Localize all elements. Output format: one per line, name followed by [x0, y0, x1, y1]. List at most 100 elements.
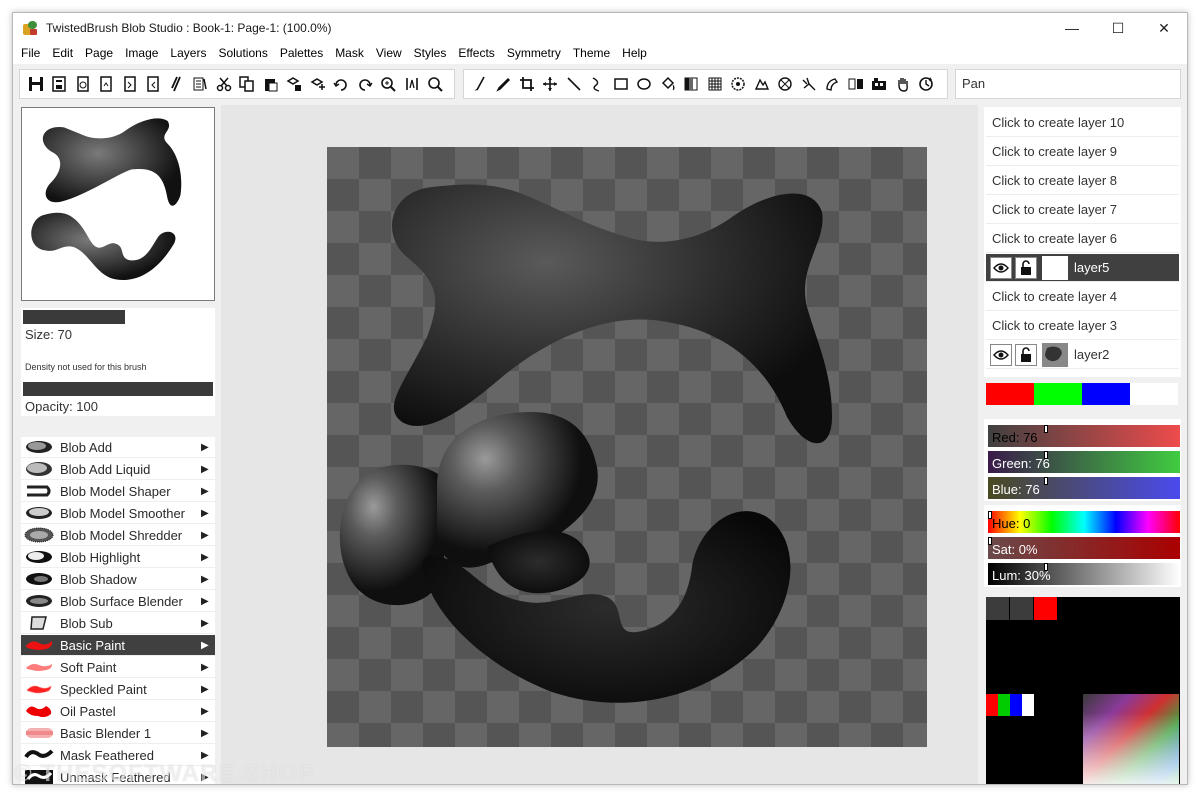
- copy-icon[interactable]: [236, 73, 260, 95]
- undo-icon[interactable]: [330, 73, 354, 95]
- red-slider[interactable]: Red: 76: [988, 425, 1180, 447]
- close-button[interactable]: ✕: [1141, 13, 1187, 43]
- brush-item-soft-paint[interactable]: Soft Paint ▶: [21, 657, 215, 678]
- move-icon[interactable]: [539, 73, 563, 95]
- brush-item-oil-pastel[interactable]: Oil Pastel ▶: [21, 701, 215, 722]
- blue-slider-handle[interactable]: [1044, 477, 1048, 485]
- cut-icon[interactable]: [212, 73, 236, 95]
- blue-slider[interactable]: Blue: 76: [988, 477, 1180, 499]
- swatch-green[interactable]: [998, 694, 1010, 716]
- menu-page[interactable]: Page: [79, 43, 119, 64]
- swatch-red[interactable]: [986, 694, 998, 716]
- menu-layers[interactable]: Layers: [164, 43, 212, 64]
- swatch-white[interactable]: [1022, 694, 1034, 716]
- lock-icon[interactable]: [1015, 343, 1037, 366]
- menu-palettes[interactable]: Palettes: [274, 43, 329, 64]
- hue-slider-handle[interactable]: [988, 511, 992, 519]
- canvas-area[interactable]: [221, 105, 978, 784]
- zoom-out-icon[interactable]: [424, 73, 448, 95]
- maximize-button[interactable]: ☐: [1095, 13, 1141, 43]
- zoom-in-icon[interactable]: [377, 73, 401, 95]
- layer-row-3[interactable]: Click to create layer 3: [986, 312, 1179, 340]
- brush-item-blob-model-shredder[interactable]: Blob Model Shredder ▶: [21, 525, 215, 546]
- paste-special-icon[interactable]: [306, 73, 330, 95]
- actual-size-icon[interactable]: [400, 73, 424, 95]
- menu-symmetry[interactable]: Symmetry: [501, 43, 567, 64]
- save-icon[interactable]: [24, 73, 48, 95]
- size-slider[interactable]: [23, 310, 125, 324]
- lum-slider[interactable]: Lum: 30%: [988, 563, 1180, 585]
- red-slider-handle[interactable]: [1044, 425, 1048, 433]
- pattern-tool-icon[interactable]: [703, 73, 727, 95]
- layer-row-7[interactable]: Click to create layer 7: [986, 196, 1179, 224]
- redo-icon[interactable]: [353, 73, 377, 95]
- page-forward-icon[interactable]: [118, 73, 142, 95]
- palette-swatch-red[interactable]: [986, 383, 1034, 405]
- hue-slider[interactable]: Hue: 0: [988, 511, 1180, 533]
- menu-view[interactable]: View: [370, 43, 408, 64]
- rotate-canvas-icon[interactable]: [915, 73, 939, 95]
- brush-item-blob-highlight[interactable]: Blob Highlight ▶: [21, 547, 215, 568]
- brush-item-blob-model-shaper[interactable]: Blob Model Shaper ▶: [21, 481, 215, 502]
- sat-slider[interactable]: Sat: 0%: [988, 537, 1180, 559]
- magic-wand-icon[interactable]: [774, 73, 798, 95]
- swatch-recent-2[interactable]: [1010, 597, 1033, 620]
- stamp-tool-icon[interactable]: [844, 73, 868, 95]
- page-back-icon[interactable]: [142, 73, 166, 95]
- clone-tool-icon[interactable]: [821, 73, 845, 95]
- paste-icon[interactable]: [259, 73, 283, 95]
- rectangle-tool-icon[interactable]: [609, 73, 633, 95]
- crop-icon[interactable]: [515, 73, 539, 95]
- brush-item-blob-add-liquid[interactable]: Blob Add Liquid ▶: [21, 459, 215, 480]
- brush-item-basic-paint[interactable]: Basic Paint ▶: [21, 635, 215, 656]
- menu-solutions[interactable]: Solutions: [212, 43, 273, 64]
- minimize-button[interactable]: —: [1049, 13, 1095, 43]
- drawing-canvas[interactable]: [327, 147, 927, 747]
- green-slider[interactable]: Green: 76: [988, 451, 1180, 473]
- eye-icon[interactable]: [990, 256, 1012, 279]
- layer-row-8[interactable]: Click to create layer 8: [986, 167, 1179, 195]
- ellipse-tool-icon[interactable]: [633, 73, 657, 95]
- notes-icon[interactable]: [189, 73, 213, 95]
- swatch-recent-1[interactable]: [986, 597, 1009, 620]
- brush-item-blob-surface-blender[interactable]: Blob Surface Blender ▶: [21, 591, 215, 612]
- brush-item-basic-blender-1[interactable]: Basic Blender 1 ▶: [21, 723, 215, 744]
- layer-row-10[interactable]: Click to create layer 10: [986, 109, 1179, 137]
- swatch-recent-3[interactable]: [1034, 597, 1057, 620]
- brush-item-blob-shadow[interactable]: Blob Shadow ▶: [21, 569, 215, 590]
- menu-edit[interactable]: Edit: [46, 43, 79, 64]
- mask-tool-icon[interactable]: [750, 73, 774, 95]
- brush-item-blob-add[interactable]: Blob Add ▶: [21, 437, 215, 458]
- layer-row-6[interactable]: Click to create layer 6: [986, 225, 1179, 253]
- menu-help[interactable]: Help: [616, 43, 653, 64]
- eye-icon[interactable]: [990, 343, 1012, 366]
- paste-layer-icon[interactable]: [283, 73, 307, 95]
- gradient-fill-icon[interactable]: [680, 73, 704, 95]
- brush-item-speckled-paint[interactable]: Speckled Paint ▶: [21, 679, 215, 700]
- menu-file[interactable]: File: [15, 43, 46, 64]
- brush-tool-icon[interactable]: [468, 73, 492, 95]
- save-as-icon[interactable]: [48, 73, 72, 95]
- layer-row-4[interactable]: Click to create layer 4: [986, 283, 1179, 311]
- layer-row-5[interactable]: layer5: [986, 254, 1179, 282]
- opacity-slider[interactable]: [23, 382, 213, 396]
- swatch-blue[interactable]: [1010, 694, 1022, 716]
- menu-theme[interactable]: Theme: [567, 43, 616, 64]
- palette-swatch-blue[interactable]: [1082, 383, 1130, 405]
- menu-styles[interactable]: Styles: [408, 43, 453, 64]
- green-slider-handle[interactable]: [1044, 451, 1048, 459]
- fill-tool-icon[interactable]: [656, 73, 680, 95]
- gallery-icon[interactable]: [868, 73, 892, 95]
- layer-row-2[interactable]: layer2: [986, 341, 1179, 369]
- new-page-icon[interactable]: [71, 73, 95, 95]
- brush-item-blob-sub[interactable]: Blob Sub ▶: [21, 613, 215, 634]
- brush-editor-icon[interactable]: [165, 73, 189, 95]
- menu-image[interactable]: Image: [119, 43, 164, 64]
- sat-slider-handle[interactable]: [988, 537, 992, 545]
- lock-icon[interactable]: [1015, 256, 1037, 279]
- palette-swatch-white[interactable]: [1130, 383, 1178, 405]
- menu-mask[interactable]: Mask: [329, 43, 370, 64]
- select-tool-icon[interactable]: [727, 73, 751, 95]
- layer-row-9[interactable]: Click to create layer 9: [986, 138, 1179, 166]
- page-preview[interactable]: [21, 107, 215, 301]
